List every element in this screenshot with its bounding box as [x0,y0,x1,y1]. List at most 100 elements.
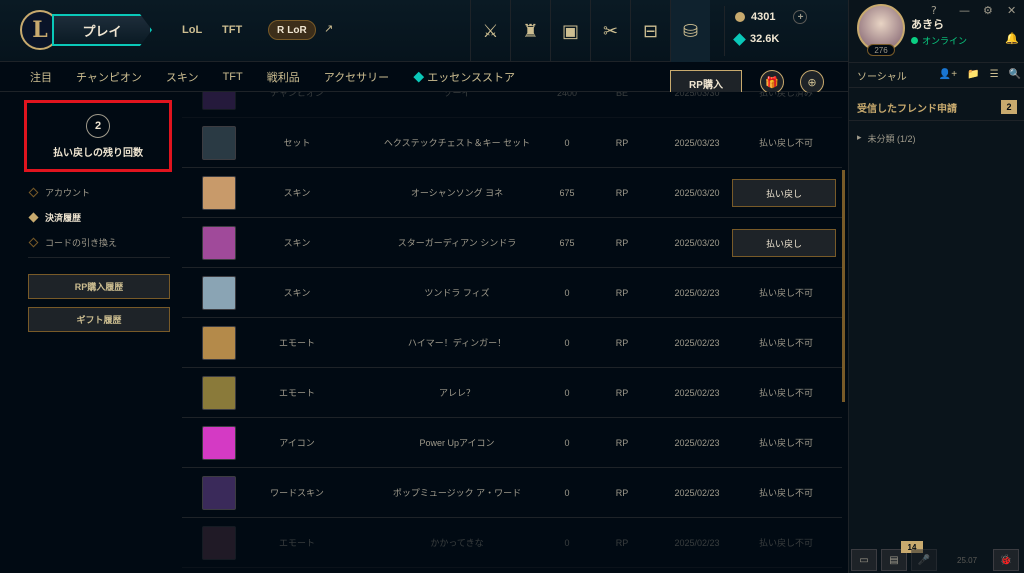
refund-status: 払い戻し不可 [758,488,813,498]
close-icon[interactable]: ✕ [1007,4,1016,17]
refund-status: 払い戻し不可 [758,388,813,398]
sidebar-item-account[interactable]: アカウント [28,180,117,205]
add-rp-button[interactable]: + [793,10,808,24]
arena-icon[interactable]: ⚔ [470,0,510,62]
blue-essence-icon [733,32,746,46]
refund-label: 払い戻しの残り回数 [53,147,143,159]
refund-tokens-panel: 2 払い戻しの残り回数 [24,100,172,172]
sidebar-item-label: 決済履歴 [45,213,82,223]
status-label: オンライン [922,36,968,46]
search-icon[interactable]: 🔍 [1009,69,1021,80]
status-dot-icon [911,37,918,44]
gear-icon[interactable]: ⚙ [983,4,993,17]
help-icon[interactable]: ? [931,4,937,17]
item-name: ヘクステックチェスト＆キー セット [383,138,531,148]
tab-skins[interactable]: スキン [166,69,199,85]
tab-champions[interactable]: チャンピオン [76,69,142,85]
mic-icon[interactable]: 🎤 [911,549,937,571]
item-type: エモート [278,388,315,398]
play-button[interactable]: プレイ [52,14,152,46]
item-name: スターガーディアン シンドラ [397,238,517,248]
item-type: セット [283,138,311,148]
add-folder-icon[interactable]: 📁 [967,69,979,80]
item-thumbnail [202,126,236,160]
item-type: スキン [283,188,311,198]
rp-icon [735,12,745,22]
bug-report-icon[interactable]: 🐞 [993,549,1020,571]
table-row: エモート アレレ？ 0 RP 2025/02/23 払い戻し不可 [182,368,842,418]
store-icon[interactable]: ⛁ [670,0,710,62]
gift-history-button[interactable]: ギフト履歴 [28,307,170,332]
essence-label: エッセンスストア [427,71,516,84]
friend-group[interactable]: ▸ 未分類 (1/2) [857,132,916,145]
tab-essence-store[interactable]: ◆ エッセンスストア [413,69,515,85]
list-icon[interactable]: ☰ [990,69,999,80]
item-name: Power Upアイコン [419,438,495,448]
sidebar-item-purchase-history[interactable]: 決済履歴 [28,205,117,230]
refund-button[interactable]: 払い戻し [732,229,836,257]
sidebar-item-label: コードの引き換え [45,238,118,248]
refund-button[interactable]: 払い戻し [732,179,836,207]
version-label: 25.07 [957,555,978,565]
item-thumbnail [202,92,236,110]
table-row: ワードスキン ポップミュージック ア・ワード 0 RP 2025/02/23 払い戻し不可 [182,468,842,518]
item-name: ゾーイ [443,92,471,98]
table-row: チャンピオン ゾーイ 2400 BE 2025/03/30 払い戻し済み [182,92,842,118]
crafting-icon[interactable]: ✂ [590,0,630,62]
tab-accessories[interactable]: アクセサリー [324,69,389,85]
item-name: かかってきな [430,538,484,548]
item-thumbnail [202,276,236,310]
sidebar-item-redeem-code[interactable]: コードの引き換え [28,230,118,255]
purchase-history-table: チャンピオン ゾーイ 2400 BE 2025/03/30 払い戻し済みセット ヘクステック… [182,92,842,573]
item-type: スキン [283,238,311,248]
table-row: アイコン Power Upアイコン 0 RP 2025/02/23 払い戻し不可 [182,418,842,468]
tab-featured[interactable]: 注目 [30,69,52,85]
item-type: アイコン [279,438,315,448]
tab-loot[interactable]: 戦利品 [267,69,300,85]
item-thumbnail [202,376,236,410]
inventory-icon[interactable]: ▣ [550,0,590,62]
add-friend-icon[interactable]: 👤+ [939,69,957,80]
account-icon[interactable]: ⊕ [800,70,824,94]
social-bottom-bar: ▭ ▤ 14 🎤 25.07 🐞 [849,541,1024,573]
minimize-icon[interactable]: — [959,4,970,17]
refund-status: 払い戻し不可 [758,438,813,448]
table-row: スキン スターガーディアン シンドラ 675 RP 2025/03/20 払い戻し [182,218,842,268]
online-status[interactable]: オンライン [911,34,967,47]
nav-tft[interactable]: TFT [222,24,242,36]
scrollbar[interactable] [842,170,845,402]
nav-lol[interactable]: LoL [182,24,202,36]
chat-icon[interactable]: ▭ [851,549,877,571]
divider [849,120,1024,121]
rp-amount: 4301 [751,11,776,23]
nav-lor[interactable]: R LoR [268,20,316,40]
sidebar-divider [28,257,170,258]
table-row: セット ヘクステックチェスト＆キー セット 0 RP 2025/03/23 払い戻し不可 [182,118,842,168]
social-panel: 276 あきら オンライン ? — ⚙ ✕ 🔔 ソーシャル 👤+ 📁 ☰ 🔍 受… [848,0,1024,573]
top-navigation-bar: L プレイ LoL TFT R LoR ↗ ⚔ ♜ ▣ ✂ ⊟ ⛁ 4301 +… [0,0,848,62]
rp-history-button[interactable]: RP購入履歴 [28,274,170,299]
chevron-right-icon: ▸ [857,132,862,142]
friend-requests[interactable]: 受信したフレンド申請 [857,100,957,115]
refund-status: 払い戻し不可 [758,338,813,348]
sidebar-menu: アカウント 決済履歴 コードの引き換え [28,180,118,255]
lor-badge-icon: R [277,24,285,36]
item-type: スキン [283,288,311,298]
collection-icon[interactable]: ⊟ [630,0,670,62]
be-amount: 32.6K [750,33,780,45]
essence-icon: ◆ [413,71,425,84]
refund-status: 払い戻し不可 [758,538,813,548]
summoner-level: 276 [867,44,895,56]
gift-icon[interactable]: 🎁 [760,70,784,94]
item-name: アレレ？ [438,388,475,398]
item-thumbnail [202,326,236,360]
top-icon-bar: ⚔ ♜ ▣ ✂ ⊟ ⛁ [470,0,710,62]
bell-icon[interactable]: 🔔 [1005,32,1019,45]
item-name: オーシャンソング ヨネ [410,188,504,198]
ranked-icon[interactable]: ♜ [510,0,550,62]
item-name: ポップミュージック ア・ワード [392,488,522,498]
table-row: エモート ハイマー！ディンガー！ 0 RP 2025/02/23 払い戻し不可 [182,318,842,368]
diamond-icon [28,237,39,248]
item-name: ツンドラ フィズ [424,288,490,298]
tab-tft[interactable]: TFT [223,71,243,83]
